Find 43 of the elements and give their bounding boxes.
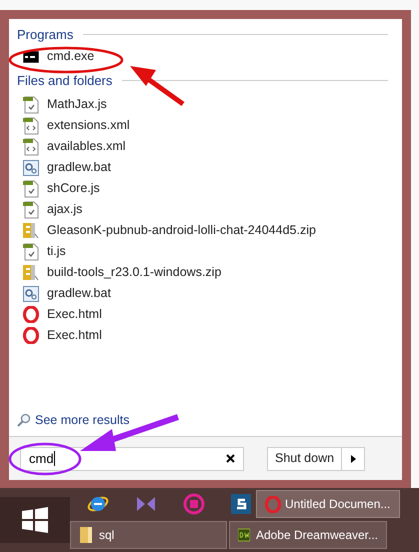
- result-item[interactable]: ti.js: [17, 241, 402, 262]
- see-more-link[interactable]: See more results: [35, 410, 130, 430]
- result-item[interactable]: GleasonK-pubnub-android-lolli-chat-24044d5.zip: [17, 220, 402, 241]
- result-item[interactable]: gradlew.bat: [17, 283, 402, 304]
- square-logo-icon[interactable]: [231, 494, 251, 514]
- caret-icon: [350, 454, 356, 462]
- arrow: [130, 66, 184, 106]
- document-icon: [23, 180, 39, 198]
- result-item[interactable]: ajax.js: [17, 199, 402, 220]
- start-button[interactable]: [0, 497, 70, 543]
- result-item[interactable]: availables.xml: [17, 136, 402, 157]
- taskbar-window-button[interactable]: Untitled Documen...: [256, 490, 400, 518]
- result-item[interactable]: MathJax.js: [17, 94, 402, 115]
- taskbar-window-button[interactable]: sql: [70, 521, 227, 549]
- clear-icon[interactable]: [226, 454, 235, 463]
- result-item[interactable]: shCore.js: [17, 178, 402, 199]
- result-item[interactable]: gradlew.bat: [17, 157, 402, 178]
- document-icon: [23, 96, 39, 114]
- result-item[interactable]: extensions.xml: [17, 115, 402, 136]
- dw-logo-icon: [238, 527, 250, 543]
- archive-icon: [23, 264, 39, 281]
- document-icon: [23, 116, 39, 134]
- document-icon: [23, 242, 39, 260]
- search-field[interactable]: cmd: [20, 446, 244, 470]
- folder-icon: [79, 526, 93, 544]
- result-item[interactable]: cmd.exe: [17, 46, 402, 67]
- windows-logo-icon: [22, 507, 48, 533]
- result-item[interactable]: Exec.html: [17, 304, 402, 325]
- ring-icon: [23, 306, 39, 323]
- document-icon: [23, 200, 39, 218]
- ring-icon: [23, 327, 39, 344]
- gear-document-icon: [23, 286, 39, 302]
- section-heading: Files and folders: [17, 72, 112, 90]
- section-heading: Programs: [17, 26, 74, 44]
- search-icon: [17, 413, 31, 427]
- result-item[interactable]: build-tools_r23.0.1-windows.zip: [17, 262, 402, 283]
- gear-document-icon: [23, 160, 39, 176]
- ring-icon: [265, 496, 281, 512]
- document-icon: [23, 138, 39, 156]
- archive-icon: [23, 222, 39, 239]
- circle-logo-icon[interactable]: [183, 493, 205, 515]
- taskbar-window-button[interactable]: Adobe Dreamweaver...: [229, 521, 387, 549]
- result-item[interactable]: Exec.html: [17, 325, 402, 346]
